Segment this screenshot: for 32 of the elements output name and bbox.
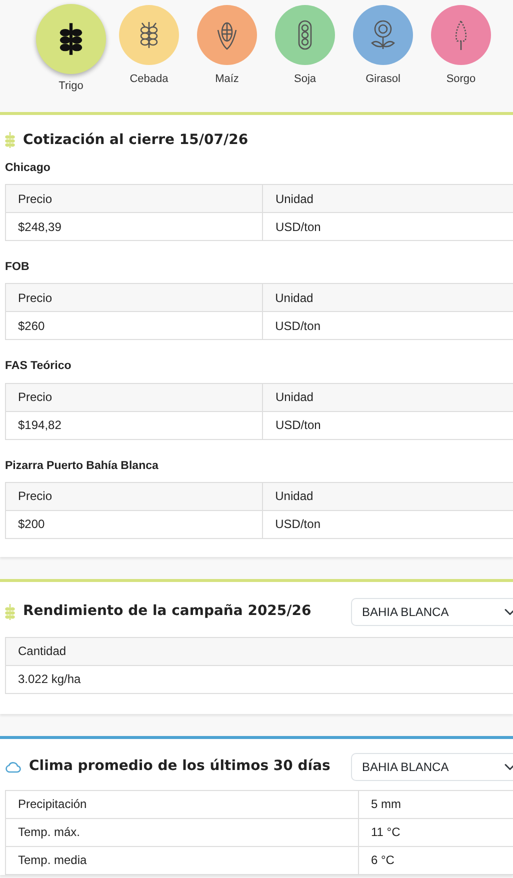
section-title: Clima promedio de los últimos 30 días bbox=[29, 758, 330, 776]
location-dropdown[interactable]: BAHIA BLANCA bbox=[351, 752, 513, 781]
market-name: FAS Teórico bbox=[5, 359, 72, 374]
column-header: Unidad bbox=[262, 184, 513, 213]
column-header: Precio bbox=[6, 184, 263, 213]
table-cell: $194,82 bbox=[6, 411, 263, 440]
wheat-icon bbox=[5, 604, 15, 620]
column-header: Precio bbox=[6, 383, 263, 412]
section-title: Cotización al cierre 15/07/26 bbox=[23, 132, 248, 149]
sunflower-icon bbox=[369, 19, 397, 51]
column-header: Precio bbox=[6, 482, 263, 510]
column-header: Unidad bbox=[262, 482, 513, 510]
table-cell: $248,39 bbox=[6, 212, 263, 241]
table-cell: 5 mm bbox=[358, 790, 513, 818]
market-name: Pizarra Puerto Bahía Blanca bbox=[5, 458, 160, 474]
cloud-icon bbox=[5, 760, 21, 773]
column-header: Precio bbox=[6, 284, 263, 312]
location-dropdown[interactable]: BAHIA BLANCA bbox=[351, 598, 513, 626]
column-header: Cantidad bbox=[6, 637, 513, 666]
table-cell: Temp. máx. bbox=[6, 818, 358, 846]
corn-icon bbox=[215, 20, 239, 50]
column-header: Unidad bbox=[262, 284, 513, 312]
table-cell: $260 bbox=[6, 312, 263, 340]
table-cell: 3.022 kg/ha bbox=[6, 665, 513, 694]
column-header: Unidad bbox=[262, 383, 513, 412]
wheat-icon bbox=[5, 132, 15, 148]
section-title: Rendimiento de la campaña 2025/26 bbox=[23, 603, 312, 620]
market-name: Chicago bbox=[5, 160, 52, 176]
table-cell: $200 bbox=[6, 510, 263, 538]
market-name: FOB bbox=[5, 260, 30, 276]
table-cell: Precipitación bbox=[6, 790, 358, 818]
table-cell: Temp. media bbox=[6, 846, 358, 874]
